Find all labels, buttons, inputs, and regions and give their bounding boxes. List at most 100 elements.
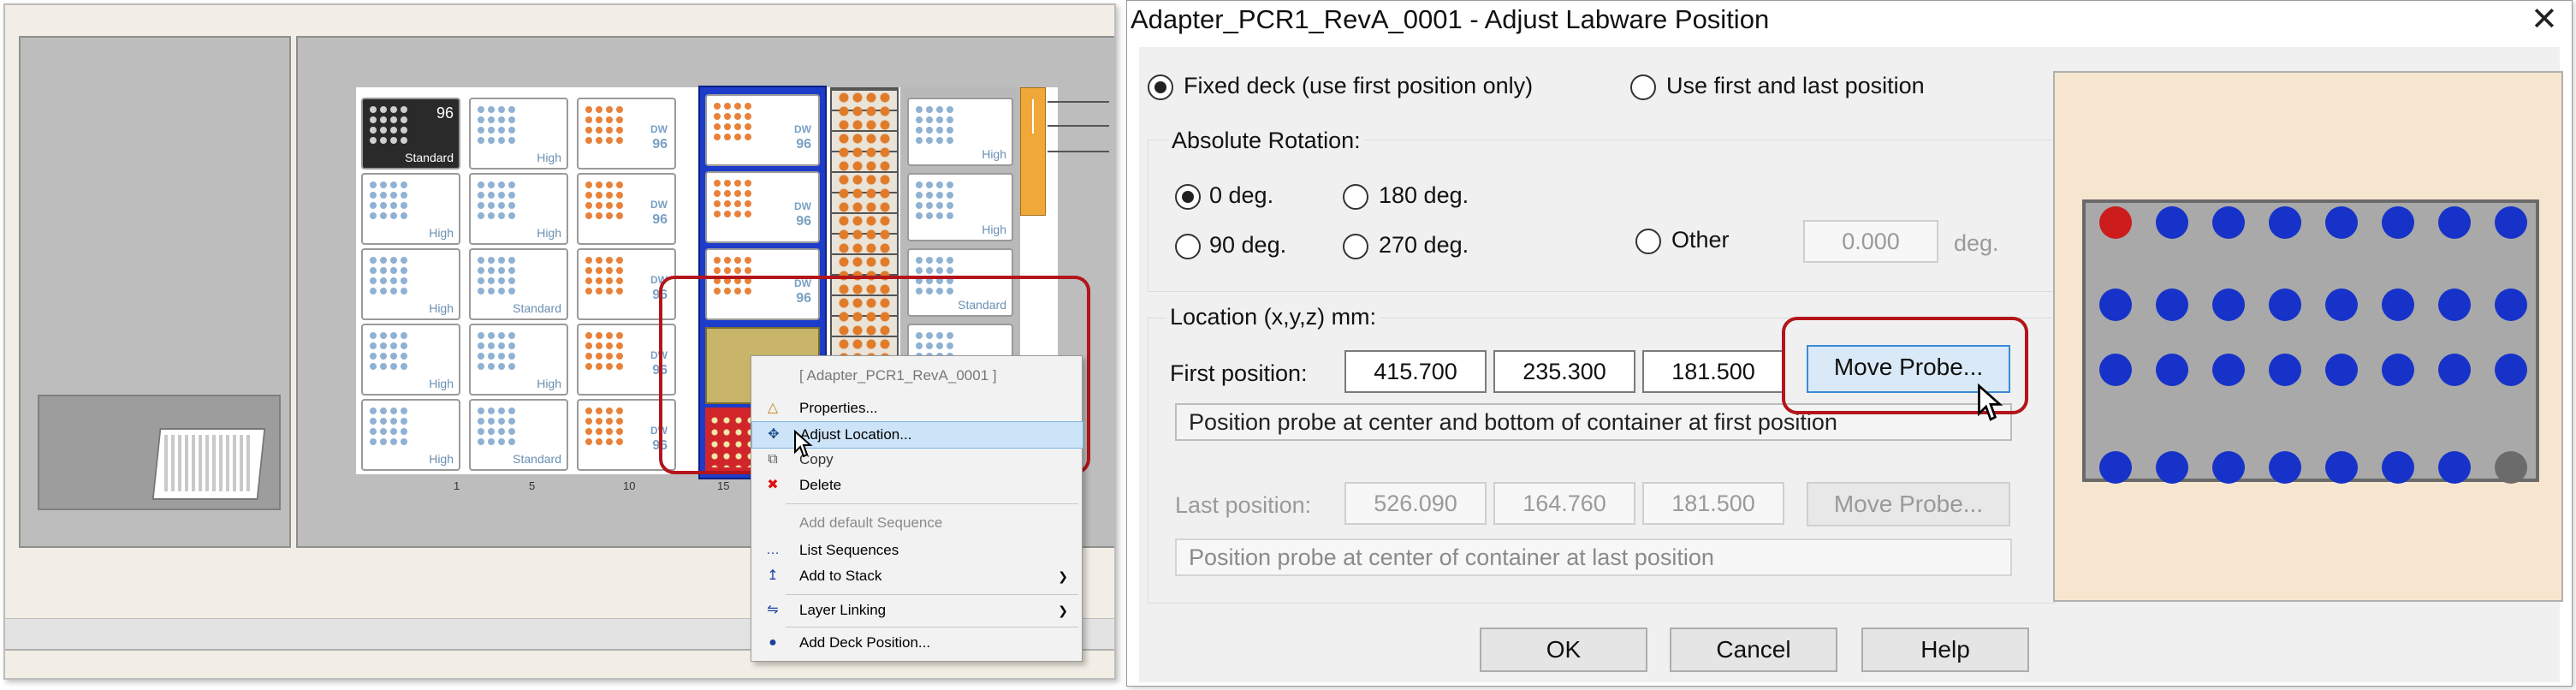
preview-well [2438,206,2471,239]
radio-rot-90[interactable] [1175,234,1201,259]
menu-item-layer-linking[interactable]: ⇋ Layer Linking ❯ [751,598,1082,623]
preview-well [2438,288,2471,321]
radio-rot-0[interactable] [1175,184,1201,210]
well-dot [947,116,953,123]
last-z-input[interactable]: 181.500 [1642,482,1784,525]
labware-tile[interactable]: High [907,173,1013,241]
well-dot [380,106,387,113]
well-dot [370,192,377,199]
radio-fixed-deck[interactable] [1148,74,1173,100]
menu-item-delete[interactable]: ✖ Delete [751,473,1082,498]
labware-tile[interactable]: High [469,98,568,170]
labware-tile[interactable]: High [361,399,460,471]
well-dot [734,211,741,217]
last-x-input[interactable]: 526.090 [1344,482,1487,525]
well-dot [380,363,387,370]
well-dot [606,407,613,414]
well-dot [724,134,731,140]
rotation-other-input[interactable]: 0.000 [1803,220,1938,263]
well-dot [508,418,515,425]
column-number: 15 [717,479,730,492]
well-dot [585,418,592,425]
well-dot [724,113,731,120]
well-dot [734,123,741,130]
context-menu-header: [ Adapter_PCR1_RevA_0001 ] [799,367,997,384]
well-dot [616,181,623,188]
well-dot [585,137,592,144]
first-y-input[interactable]: 235.300 [1493,350,1635,393]
radio-first-last[interactable] [1630,74,1656,100]
well-dot [616,137,623,144]
well-dot [508,342,515,349]
menu-item-add-default-sequence[interactable]: Add default Sequence [751,510,1082,536]
well-dot [390,127,397,134]
labware-tile[interactable]: High [361,173,460,245]
well-dot [390,288,397,294]
labware-tile[interactable]: DW 96 [577,98,676,170]
well-dot [745,190,751,197]
deepwell-tile[interactable]: DW 96 [705,171,820,243]
well-dot [488,342,495,349]
labware-tile[interactable]: DW 96 [577,173,676,245]
well-dot [370,127,377,134]
label-rot-180: 180 deg. [1379,182,1469,208]
labware-tile[interactable]: Standard [469,399,568,471]
label-rot-90: 90 deg. [1209,232,1287,258]
well-dot [370,332,377,339]
well-dot [606,106,613,113]
well-dot [498,257,505,264]
cancel-button[interactable]: Cancel [1670,628,1837,672]
well-dot [478,288,484,294]
move-probe-last-button[interactable]: Move Probe... [1807,482,2010,526]
deepwell-tile[interactable]: DW 96 [705,94,820,166]
last-y-input[interactable]: 164.760 [1493,482,1635,525]
preview-well [2212,206,2245,239]
preview-well [2382,288,2414,321]
well-dot [370,342,377,349]
radio-rot-270[interactable] [1343,234,1368,259]
flask-icon: △ [767,401,779,415]
labware-tile[interactable]: Standard 96 [361,98,460,170]
tile-dw-label: DW 96 [794,123,811,152]
labware-tile[interactable]: High [469,324,568,396]
preview-well [2325,206,2358,239]
preview-well [2269,354,2301,386]
labware-tile[interactable]: Standard [469,248,568,320]
ok-button[interactable]: OK [1480,628,1647,672]
well-dot [401,137,407,144]
radio-rot-180[interactable] [1343,184,1368,210]
menu-item-list-sequences[interactable]: … List Sequences [751,538,1082,563]
labware-tile[interactable]: High [361,324,460,396]
first-z-input[interactable]: 181.500 [1642,350,1784,393]
radio-rot-other[interactable] [1635,229,1661,254]
labware-tile[interactable]: High [361,248,460,320]
menu-item-add-deck-position[interactable]: ● Add Deck Position... [751,630,1082,656]
close-icon[interactable]: ✕ [2531,3,2558,37]
well-dot [606,137,613,144]
labware-tile[interactable]: High [469,173,568,245]
well-dot [616,127,623,134]
well-dot [401,438,407,445]
first-x-input[interactable]: 415.700 [1344,350,1487,393]
well-dot [370,407,377,414]
well-dot [585,407,592,414]
well-dot [947,192,953,199]
well-dot [478,192,484,199]
well-dot [498,342,505,349]
well-dot [926,116,933,123]
preview-well [2325,354,2358,386]
help-button[interactable]: Help [1861,628,2029,672]
well-dot [724,180,731,187]
well-dot [714,134,721,140]
menu-item-add-to-stack[interactable]: ↥ Add to Stack ❯ [751,563,1082,589]
preview-well [2212,451,2245,484]
well-dot [390,342,397,349]
well-dot [498,428,505,435]
well-dot [498,277,505,284]
preview-well [2212,354,2245,386]
well-dot [947,257,953,264]
menu-item-properties[interactable]: △ Properties... [751,396,1082,421]
labware-tile[interactable]: High [907,98,1013,166]
preview-well [2325,288,2358,321]
tile-label: High [537,377,561,390]
